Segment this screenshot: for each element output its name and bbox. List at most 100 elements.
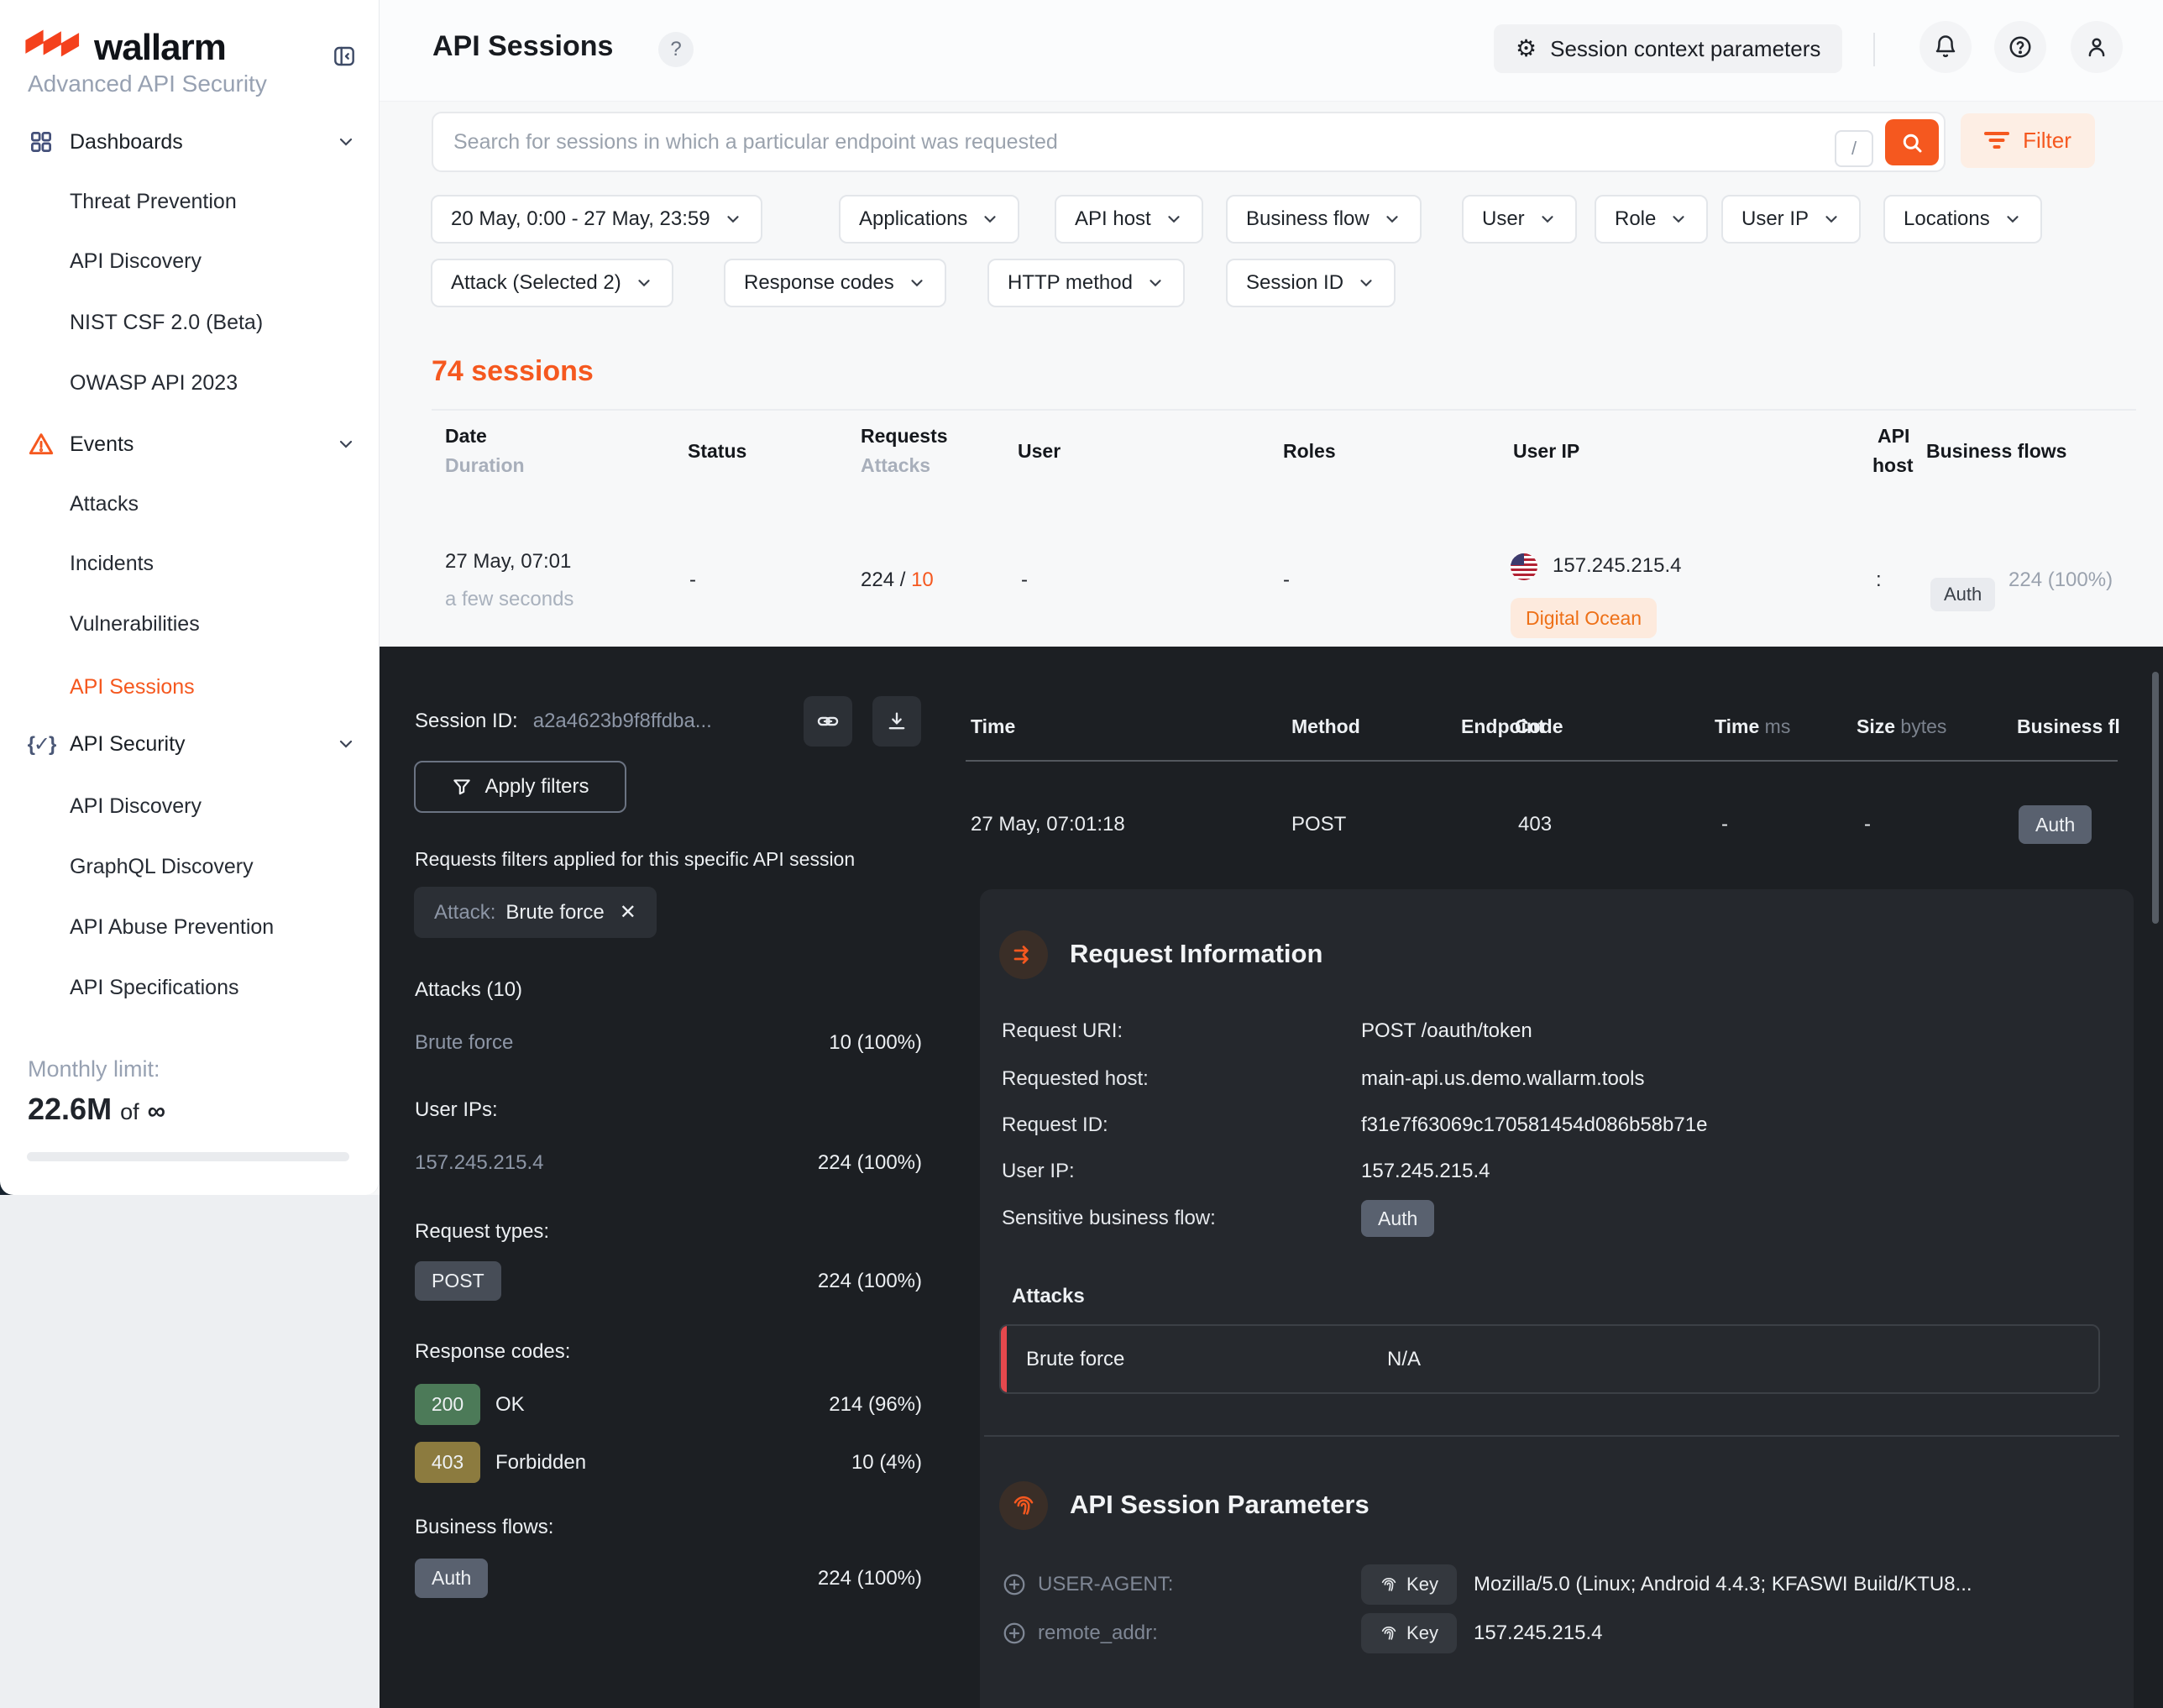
panel-scrollbar[interactable] <box>2152 672 2159 924</box>
filter-chip-user[interactable]: User <box>1462 195 1577 244</box>
notifications-button[interactable] <box>1919 21 1972 73</box>
business-flow-count: 224 (100%) <box>818 1567 922 1590</box>
sidebar-group-dashboards[interactable]: Dashboards <box>0 128 380 155</box>
title-help-icon[interactable]: ? <box>658 32 694 67</box>
plus-circle-icon[interactable] <box>1002 1621 1027 1646</box>
funnel-icon <box>451 776 473 798</box>
sidebar-item-vulnerabilities[interactable]: Vulnerabilities <box>70 611 200 637</box>
attack-name[interactable]: Brute force <box>415 1031 513 1055</box>
rt-header-divider <box>966 760 2118 762</box>
filter-chip-api-host[interactable]: API host <box>1055 195 1203 244</box>
plus-circle-icon[interactable] <box>1002 1572 1027 1597</box>
brand-name: wallarm <box>94 27 226 69</box>
param-key-badge-remote-addr[interactable]: Key <box>1361 1613 1457 1653</box>
col-duration: Duration <box>445 454 525 477</box>
attack-detail-row[interactable]: Brute force N/A <box>999 1324 2100 1394</box>
sidebar-item-api-sessions[interactable]: API Sessions <box>70 674 195 699</box>
account-button[interactable] <box>2071 21 2123 73</box>
collapse-sidebar-button[interactable] <box>331 43 358 70</box>
api-session-parameters-title: API Session Parameters <box>1070 1490 1370 1520</box>
col-business-flows: Business flows <box>1926 440 2066 463</box>
infinity-icon: ∞ <box>148 1098 165 1126</box>
filter-button[interactable]: Filter <box>1961 113 2095 168</box>
filter-chip-business-flow[interactable]: Business flow <box>1226 195 1422 244</box>
sidebar-item-api-discovery-2[interactable]: API Discovery <box>70 794 202 819</box>
filter-chip-locations[interactable]: Locations <box>1883 195 2042 244</box>
card-section-divider <box>984 1435 2119 1437</box>
session-id-value[interactable]: a2a4623b9f8ffdba... <box>533 710 804 733</box>
filter-chip-http-method[interactable]: HTTP method <box>987 259 1185 307</box>
chevron-down-icon <box>1383 210 1401 228</box>
search-button[interactable] <box>1885 119 1939 165</box>
chevron-down-icon <box>336 132 356 152</box>
apply-filters-button[interactable]: Apply filters <box>414 761 626 813</box>
sidebar-item-incidents[interactable]: Incidents <box>70 551 154 576</box>
col-requests: Requests <box>861 425 948 448</box>
method-badge: POST <box>415 1261 501 1301</box>
chevron-down-icon <box>1146 274 1165 292</box>
attack-severity-bar <box>1001 1326 1007 1392</box>
link-icon <box>816 710 840 733</box>
sidebar-item-nist-csf[interactable]: NIST CSF 2.0 (Beta) <box>70 310 263 335</box>
filter-chip-attack[interactable]: Attack (Selected 2) <box>431 259 673 307</box>
monthly-limit-progressbar[interactable] <box>27 1152 349 1161</box>
filter-icon <box>1984 132 2009 150</box>
filter-chip-date-range[interactable]: 20 May, 0:00 - 27 May, 23:59 <box>431 195 762 244</box>
param-key-label: Key <box>1406 1574 1438 1595</box>
sidebar-item-graphql-discovery[interactable]: GraphQL Discovery <box>70 854 254 879</box>
request-type-row: POST 224 (100%) <box>415 1261 922 1301</box>
sidebar-group-label: API Security <box>70 732 186 757</box>
filter-chip-applications[interactable]: Applications <box>839 195 1019 244</box>
sidebar-group-label: Events <box>70 432 134 457</box>
session-id-row: Session ID: a2a4623b9f8ffdba... <box>415 696 921 747</box>
param-label-user-agent: USER-AGENT: <box>1038 1573 1173 1596</box>
field-value-requested-host: main-api.us.demo.wallarm.tools <box>1361 1067 1644 1091</box>
col-api-host-1: API <box>1878 425 1909 448</box>
cell-user-ip[interactable]: 157.245.215.4 <box>1553 554 1681 578</box>
user-ip-count: 224 (100%) <box>818 1151 922 1175</box>
search-shortcut-badge: / <box>1835 130 1873 167</box>
filter-chip-role[interactable]: Role <box>1595 195 1708 244</box>
help-button[interactable] <box>1994 21 2046 73</box>
sidebar-item-threat-prevention[interactable]: Threat Prevention <box>70 189 237 214</box>
sidebar-group-events[interactable]: Events <box>0 431 380 458</box>
brand-subtitle: Advanced API Security <box>28 71 267 97</box>
sidebar-item-api-discovery[interactable]: API Discovery <box>70 249 202 274</box>
sidebar-item-api-abuse-prevention[interactable]: API Abuse Prevention <box>70 914 274 940</box>
sidebar-item-attacks[interactable]: Attacks <box>70 491 139 516</box>
filter-chip-response-codes[interactable]: Response codes <box>724 259 946 307</box>
chevron-down-icon <box>981 210 999 228</box>
field-label-request-uri: Request URI: <box>1002 1019 1123 1043</box>
status-403-name: Forbidden <box>495 1451 586 1475</box>
sidebar-item-owasp-api[interactable]: OWASP API 2023 <box>70 370 238 396</box>
chevron-down-icon <box>1538 210 1557 228</box>
app: API Sessions ? ⚙ Session context paramet… <box>0 0 2163 1708</box>
monthly-limit-value: 22.6M of ∞ <box>28 1092 165 1127</box>
attack-filter-chip[interactable]: Attack: Brute force ✕ <box>414 887 657 938</box>
col-api-host-2: host <box>1872 454 1914 477</box>
col-user: User <box>1018 440 1061 463</box>
user-ips-section-title: User IPs: <box>415 1098 498 1122</box>
user-ip-value[interactable]: 157.245.215.4 <box>415 1151 543 1175</box>
copy-link-button[interactable] <box>804 696 852 747</box>
session-context-parameters-button[interactable]: ⚙ Session context parameters <box>1494 24 1842 73</box>
request-type-count: 224 (100%) <box>818 1270 922 1293</box>
rt-col-business-flows: Business fl <box>2017 715 2120 738</box>
download-button[interactable] <box>872 696 921 747</box>
rt-cell-flow-badge: Auth <box>2019 805 2092 844</box>
status-403-count: 10 (4%) <box>851 1451 922 1475</box>
bell-icon <box>1933 34 1958 60</box>
sidebar-item-api-specifications[interactable]: API Specifications <box>70 975 239 1000</box>
monthly-limit-used: 22.6M <box>28 1092 112 1127</box>
param-key-badge-user-agent[interactable]: Key <box>1361 1564 1457 1605</box>
close-icon[interactable]: ✕ <box>620 900 636 925</box>
cell-requests: 224 / 10 <box>861 568 934 592</box>
auth-badge: Auth <box>415 1559 488 1598</box>
search-input[interactable] <box>432 112 1946 172</box>
table-top-rule <box>432 409 2136 411</box>
col-date[interactable]: Date <box>445 425 487 448</box>
filter-chip-user-ip[interactable]: User IP <box>1721 195 1861 244</box>
filter-chip-session-id[interactable]: Session ID <box>1226 259 1396 307</box>
chevron-down-icon <box>336 734 356 754</box>
sidebar-group-api-security[interactable]: {✓} API Security <box>0 731 380 757</box>
